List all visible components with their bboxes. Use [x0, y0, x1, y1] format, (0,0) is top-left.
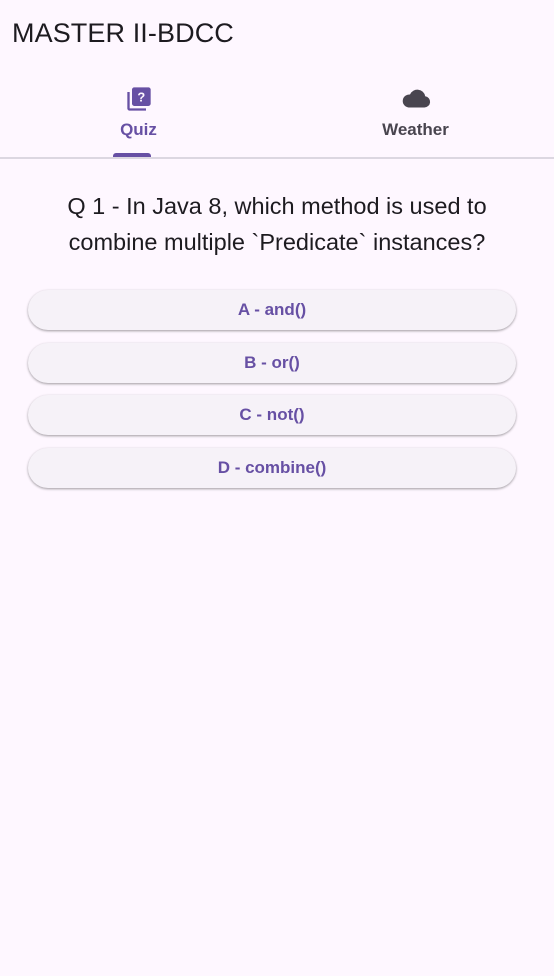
app-bar: MASTER II-BDCC: [0, 0, 554, 66]
tab-quiz[interactable]: ? Quiz: [0, 66, 277, 159]
tab-quiz-label: Quiz: [120, 120, 157, 139]
quiz-icon: ?: [124, 84, 154, 114]
tab-weather-label: Weather: [382, 120, 449, 139]
tab-weather[interactable]: Weather: [277, 66, 554, 159]
answer-button-b[interactable]: B - or(): [28, 342, 516, 383]
answer-button-c[interactable]: C - not(): [28, 395, 516, 435]
answer-button-a[interactable]: A - and(): [28, 290, 516, 330]
app-title: MASTER II-BDCC: [12, 18, 234, 48]
svg-text:?: ?: [137, 90, 145, 105]
answer-button-d[interactable]: D - combine(): [28, 447, 516, 488]
question-text: Q 1 - In Java 8, which method is used to…: [67, 193, 487, 255]
tab-bar: ? Quiz Weather: [0, 66, 554, 159]
answer-list: A - and() B - or() C - not() D - combine…: [28, 290, 526, 488]
active-tab-indicator: [113, 153, 151, 157]
cloud-icon: [401, 84, 431, 114]
quiz-content: Q 1 - In Java 8, which method is used to…: [0, 188, 554, 488]
